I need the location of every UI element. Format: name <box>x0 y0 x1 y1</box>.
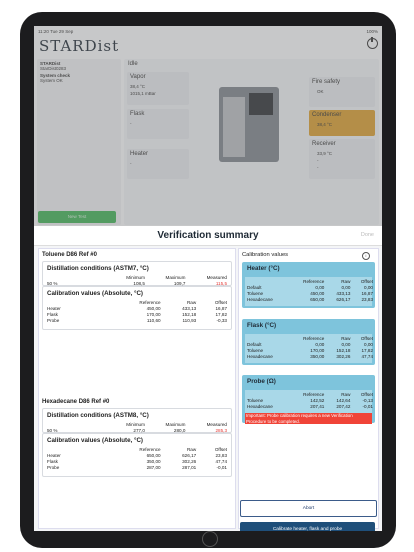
hexadecane-calibration-card: Calibration values (Absolute, °C) Refere… <box>42 433 232 477</box>
probe-calibration-card: Probe (Ω) Reference Raw Offset Toluene 142,… <box>242 375 375 424</box>
hexadecane-cal-table: Reference Raw Offset Heater 650,00 626,17 23,… <box>47 446 227 470</box>
toluene-dist-title: Distillation conditions (ASTM7, °C) <box>47 265 149 272</box>
hexadecane-distillation-card: Distillation conditions (ASTM8, °C) Mini… <box>42 408 232 433</box>
hexadecane-dist-title: Distillation conditions (ASTM8, °C) <box>47 412 149 419</box>
calibrate-button[interactable]: Calibrate heater, flask and probe <box>240 522 375 531</box>
heater-cal-table: Reference Raw Offset Default 0,00 0,00 0,00 T… <box>247 278 373 302</box>
calibration-values-title: Calibration values <box>242 252 289 258</box>
app-screen: 11:20 Tue 29 Sep 100% STARDist STARDist … <box>34 26 382 531</box>
toluene-title: Toluene D86 Ref #0 <box>42 252 97 258</box>
hexadecane-cal-title: Calibration values (Absolute, °C) <box>47 437 143 444</box>
probe-warning: Important: Probe calibration requires a … <box>245 413 372 424</box>
info-icon[interactable]: i <box>362 252 370 260</box>
done-button[interactable]: Done <box>361 232 374 238</box>
heater-cal-title: Heater (°C) <box>247 265 280 272</box>
table-row: Probe 110,60 110,93 -0,33 <box>47 317 227 323</box>
verification-modal: Verification summary Done Toluene D86 Re… <box>34 226 382 531</box>
table-row: Probe 287,00 287,01 -0,01 <box>47 464 227 470</box>
toluene-distillation-card: Distillation conditions (ASTM7, °C) Mini… <box>42 261 232 286</box>
modal-header: Verification summary Done <box>34 226 382 246</box>
toluene-dist-table: Minimum Maximum Measured 50 % 108,5 109,7 115… <box>47 274 227 286</box>
flask-cal-table: Reference Raw Offset Default 0,00 0,00 0,00 T… <box>247 335 373 359</box>
tablet-frame: 11:20 Tue 29 Sep 100% STARDist STARDist … <box>20 12 396 548</box>
home-button[interactable] <box>202 531 218 547</box>
hexadecane-title: Hexadecane D86 Ref #0 <box>42 399 110 405</box>
modal-overlay <box>34 26 382 226</box>
calibration-column: Calibration values i Heater (°C) Referen… <box>238 248 379 529</box>
abort-button[interactable]: Abort <box>240 500 377 517</box>
modal-title: Verification summary <box>157 230 259 241</box>
toluene-cal-table: Reference Raw Offset Heater 450,00 433,13 16,… <box>47 299 227 323</box>
toluene-calibration-card: Calibration values (Absolute, °C) Refere… <box>42 286 232 330</box>
table-row: Hexadecane 650,00 626,17 23,83 <box>247 296 373 302</box>
table-row: Hexadecane 350,00 302,26 47,74 <box>247 353 373 359</box>
table-row: Hexadecane 207,41 207,42 -0,01 <box>247 403 373 409</box>
flask-cal-title: Flask (°C) <box>247 322 277 329</box>
results-column: Toluene D86 Ref #0 Distillation conditio… <box>38 248 236 529</box>
hexadecane-dist-table: Minimum Maximum Measured 50 % 277,0 280,0 285… <box>47 421 227 433</box>
flask-calibration-card: Flask (°C) Reference Raw Offset Default 0,0… <box>242 319 375 365</box>
toluene-cal-title: Calibration values (Absolute, °C) <box>47 290 143 297</box>
probe-cal-table: Reference Raw Offset Toluene 142,52 142,64 -0… <box>247 391 373 409</box>
probe-cal-title: Probe (Ω) <box>247 378 276 385</box>
heater-calibration-card: Heater (°C) Reference Raw Offset Default 0,… <box>242 262 375 308</box>
